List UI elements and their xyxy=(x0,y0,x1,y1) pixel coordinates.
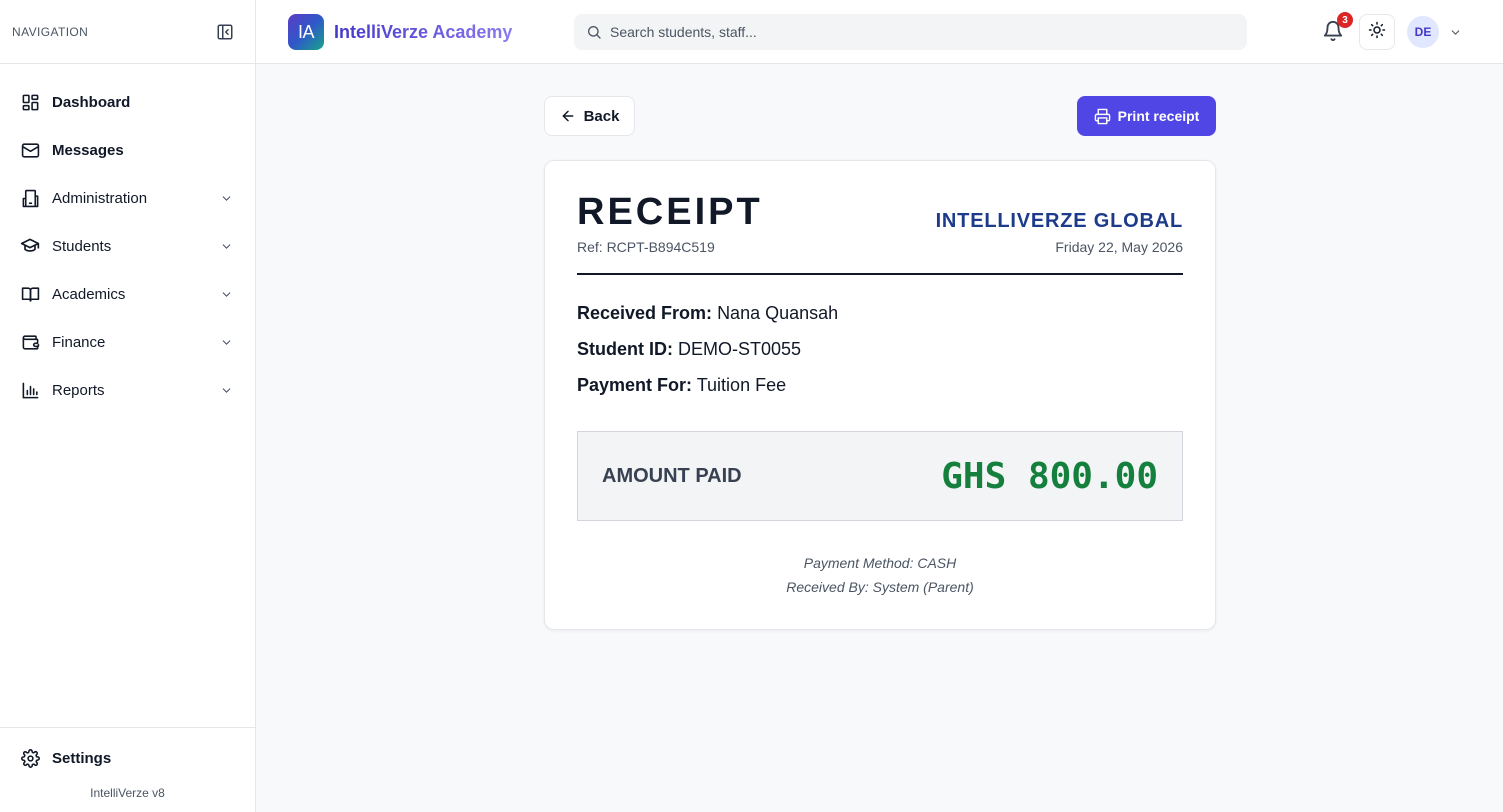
sidebar: NAVIGATION Dashboard Messages Administra… xyxy=(0,0,256,812)
sidebar-heading: NAVIGATION xyxy=(12,24,89,39)
payment-for-row: Payment For: Tuition Fee xyxy=(577,375,786,396)
sidebar-item-label: Administration xyxy=(52,189,148,207)
sidebar-item-label: Finance xyxy=(52,333,106,351)
chevron-down-icon[interactable] xyxy=(1448,25,1462,39)
divider xyxy=(577,273,1183,275)
sidebar-item-reports[interactable]: Reports xyxy=(0,366,255,414)
sidebar-item-settings[interactable]: Settings xyxy=(0,728,255,788)
payment-method: Payment Method: CASH xyxy=(803,555,957,571)
printer-icon xyxy=(1094,108,1111,125)
amount-label: AMOUNT PAID xyxy=(602,464,742,487)
search-icon xyxy=(586,24,602,40)
sidebar-item-label: Dashboard xyxy=(52,93,131,111)
received-from-label: Received From: xyxy=(577,303,713,323)
student-id-row: Student ID: DEMO-ST0055 xyxy=(577,339,801,360)
sidebar-item-administration[interactable]: Administration xyxy=(0,174,255,222)
sidebar-item-dashboard[interactable]: Dashboard xyxy=(0,78,255,126)
sidebar-header: NAVIGATION xyxy=(0,0,255,64)
student-id-value: DEMO-ST0055 xyxy=(678,339,802,359)
sidebar-item-finance[interactable]: Finance xyxy=(0,318,255,366)
bar-chart-icon xyxy=(20,380,40,400)
graduation-cap-icon xyxy=(20,236,40,256)
gear-icon xyxy=(20,748,40,768)
received-from-value: Nana Quansah xyxy=(717,303,839,323)
receipt-ref: Ref: RCPT-B894C519 xyxy=(577,239,715,255)
sidebar-item-students[interactable]: Students xyxy=(0,222,255,270)
mail-icon xyxy=(20,140,40,160)
sidebar-item-label: Students xyxy=(52,237,112,255)
brand[interactable]: IA IntelliVerze Academy xyxy=(288,14,512,50)
collapse-sidebar-icon[interactable] xyxy=(215,22,235,42)
sidebar-item-label: Messages xyxy=(52,141,124,159)
dashboard-icon xyxy=(20,92,40,112)
notification-badge: 3 xyxy=(1337,12,1353,28)
avatar[interactable]: DE xyxy=(1407,16,1439,48)
receipt-date: Friday 22, May 2026 xyxy=(1055,239,1183,255)
theme-toggle-button[interactable] xyxy=(1359,14,1395,50)
sidebar-item-messages[interactable]: Messages xyxy=(0,126,255,174)
print-receipt-button[interactable]: Print receipt xyxy=(1077,96,1216,136)
brand-logo: IA xyxy=(288,14,324,50)
organization-name: INTELLIVERZE GLOBAL xyxy=(935,210,1183,232)
sun-icon xyxy=(1368,21,1386,44)
wallet-icon xyxy=(20,332,40,352)
chevron-down-icon xyxy=(219,191,233,205)
sidebar-item-academics[interactable]: Academics xyxy=(0,270,255,318)
sidebar-footer: Settings IntelliVerze v8 xyxy=(0,727,255,812)
app-version: IntelliVerze v8 xyxy=(90,786,165,800)
sidebar-item-label: Academics xyxy=(52,285,126,303)
sidebar-item-label: Reports xyxy=(52,381,105,399)
back-button[interactable]: Back xyxy=(544,96,635,136)
chevron-down-icon xyxy=(219,335,233,349)
payment-for-value: Tuition Fee xyxy=(696,375,787,395)
chevron-down-icon xyxy=(219,383,233,397)
building-icon xyxy=(20,188,40,208)
amount-value: GHS 800.00 xyxy=(941,455,1158,497)
book-open-icon xyxy=(20,284,40,304)
topbar: IA IntelliVerze Academy 3 DE xyxy=(256,0,1503,64)
received-from-row: Received From: Nana Quansah xyxy=(577,303,838,324)
search-input[interactable] xyxy=(610,24,1235,40)
print-button-label: Print receipt xyxy=(1117,108,1200,124)
received-by: Received By: System (Parent) xyxy=(786,579,974,595)
receipt-card: RECEIPT Ref: RCPT-B894C519 INTELLIVERZE … xyxy=(544,160,1216,630)
brand-name: IntelliVerze Academy xyxy=(334,21,513,42)
receipt-title: RECEIPT xyxy=(577,191,763,233)
payment-for-label: Payment For: xyxy=(577,375,693,395)
student-id-label: Student ID: xyxy=(577,339,673,359)
amount-box: AMOUNT PAID GHS 800.00 xyxy=(577,431,1183,521)
chevron-down-icon xyxy=(219,287,233,301)
chevron-down-icon xyxy=(219,239,233,253)
arrow-left-icon xyxy=(560,108,576,124)
search-bar xyxy=(574,14,1247,50)
sidebar-nav: Dashboard Messages Administration Studen… xyxy=(0,64,255,414)
settings-label: Settings xyxy=(52,749,112,767)
back-button-label: Back xyxy=(583,107,620,125)
